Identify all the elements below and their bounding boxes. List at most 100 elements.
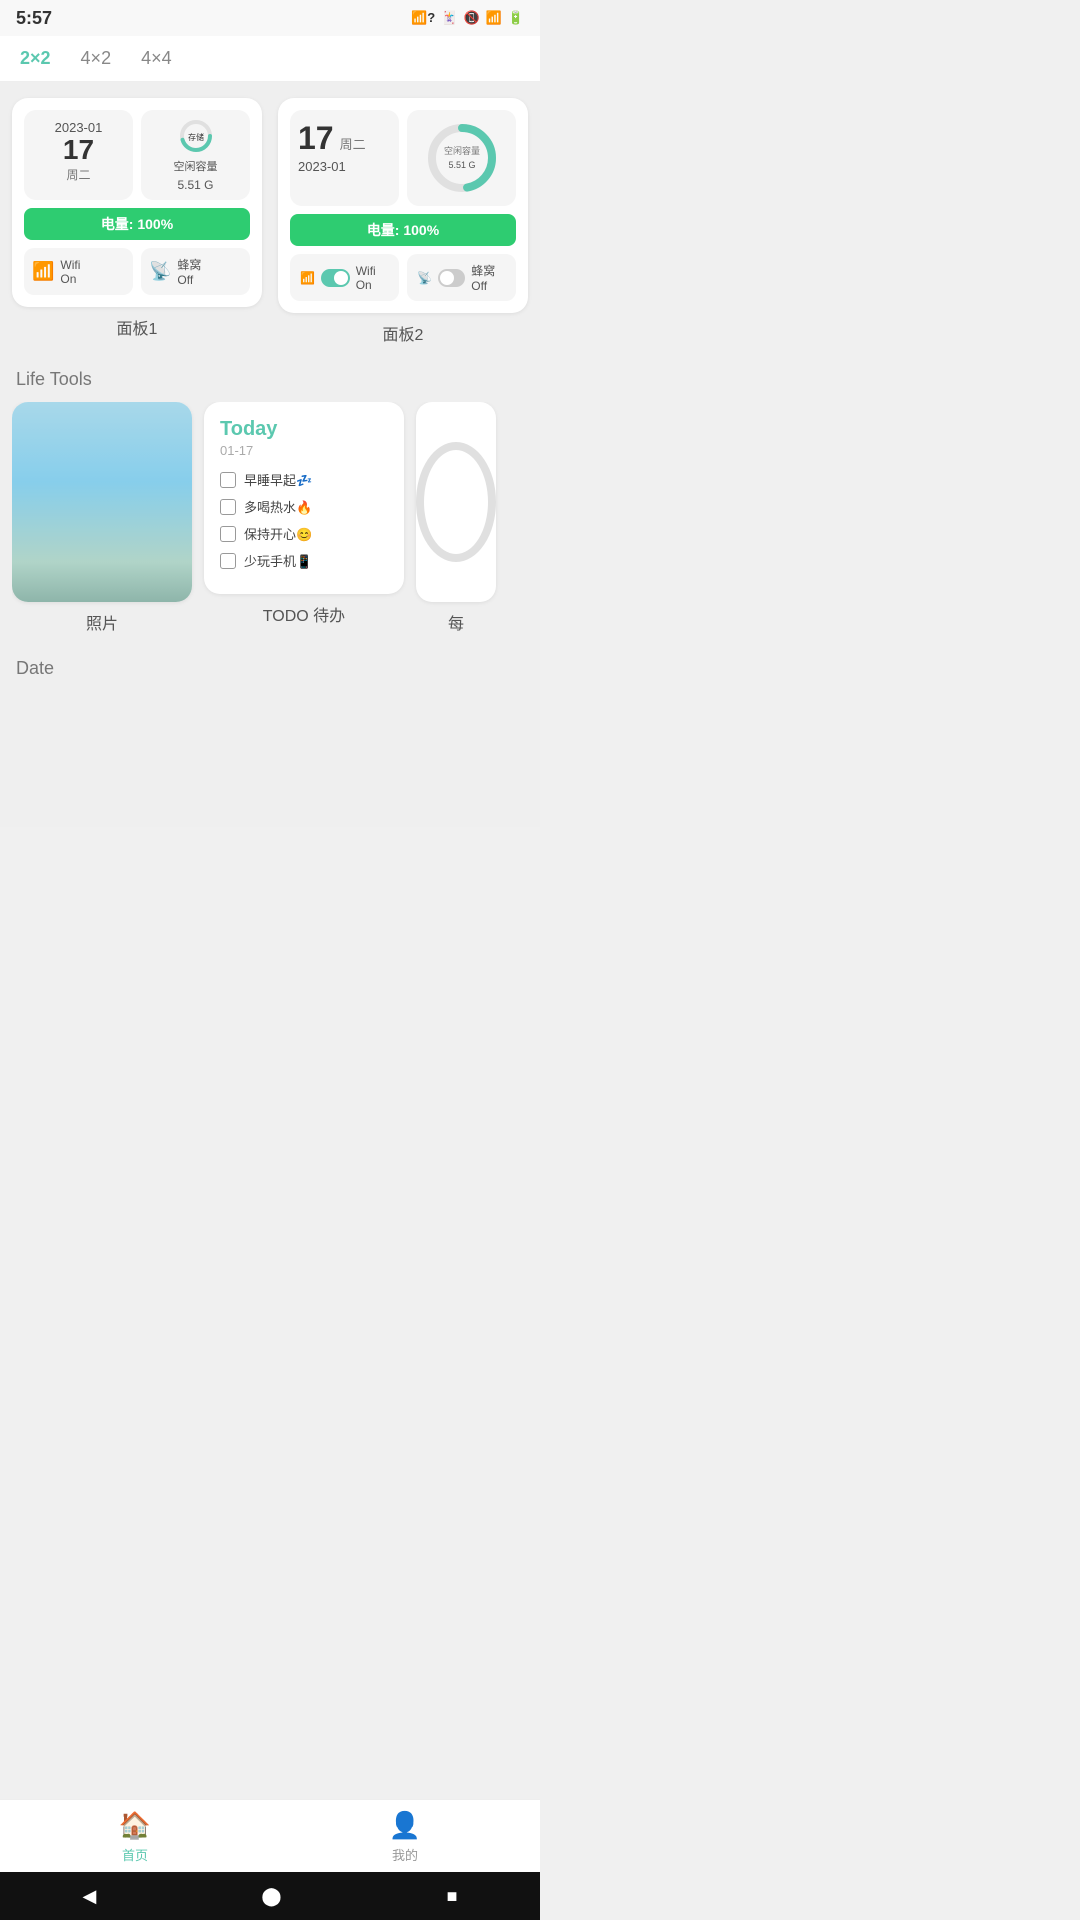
todo-title: Today <box>220 418 388 441</box>
panel2-top: 17 周二 2023-01 空闲容量 5.51 G <box>290 110 516 206</box>
panel1-wifi-icon: 📶 <box>32 261 54 282</box>
todo-checkbox-1[interactable] <box>220 499 236 515</box>
signal-icon: 📶 <box>486 10 502 26</box>
nav-profile[interactable]: 👤 我的 <box>389 1810 421 1864</box>
panel-2-wrapper: 17 周二 2023-01 空闲容量 5.51 G 电 <box>278 98 528 345</box>
todo-checkbox-0[interactable] <box>220 472 236 488</box>
panel-grid: 2023-01 17 周二 存储 空闲容量 5.51 G 电量: <box>12 98 528 345</box>
panel2-wifi-icon: 📶 <box>300 271 315 285</box>
panel2-weekday: 周二 <box>340 134 366 153</box>
wifi-question-icon: 📶? <box>411 10 435 26</box>
panel1-wifi-label: Wifi <box>60 258 80 272</box>
panel-1-card: 2023-01 17 周二 存储 空闲容量 5.51 G 电量: <box>12 98 262 307</box>
panel1-storage-label: 空闲容量 <box>174 158 218 174</box>
todo-text-1: 多喝热水🔥 <box>244 497 312 516</box>
panel1-battery-bar: 电量: 100% <box>24 208 250 240</box>
panel2-toggle-row: 📶 Wifi On 📡 <box>290 254 516 301</box>
todo-item-2[interactable]: 保持开心😊 <box>220 524 388 543</box>
panel1-cell-box: 📡 蜂窝 Off <box>141 248 250 295</box>
todo-card[interactable]: Today 01-17 早睡早起💤 多喝热水🔥 保持开心😊 <box>204 402 404 594</box>
partial-label: 每 <box>416 610 496 634</box>
battery-status-icon: 🔋 <box>508 10 524 26</box>
status-time: 5:57 <box>16 8 52 29</box>
partial-tool-wrapper: 每 <box>416 402 496 634</box>
photo-label: 照片 <box>12 610 192 634</box>
storage-donut-icon: 存储 <box>178 118 214 154</box>
panel1-day: 17 <box>32 135 125 166</box>
photo-card[interactable] <box>12 402 192 602</box>
partial-card[interactable] <box>416 402 496 602</box>
todo-text-3: 少玩手机📱 <box>244 551 312 570</box>
panel1-wifi-status: On <box>60 272 80 286</box>
panel1-label: 面板1 <box>12 315 262 339</box>
panel2-battery-bar: 电量: 100% <box>290 214 516 246</box>
panel2-month: 2023-01 <box>298 159 391 174</box>
panel2-label: 面板2 <box>278 321 528 345</box>
todo-checkbox-2[interactable] <box>220 526 236 542</box>
panel1-month: 2023-01 <box>32 120 125 135</box>
panel1-top: 2023-01 17 周二 存储 空闲容量 5.51 G <box>24 110 250 200</box>
tab-2x2[interactable]: 2×2 <box>20 48 51 69</box>
top-tab-bar: 2×2 4×2 4×4 <box>0 36 540 82</box>
panel1-cell-icon: 📡 <box>149 261 171 282</box>
todo-items: 早睡早起💤 多喝热水🔥 保持开心😊 少玩手机📱 <box>220 470 388 570</box>
panel1-cell-status: Off <box>177 273 201 287</box>
status-icons: 📶? 🃏 📵 📶 🔋 <box>411 10 524 26</box>
nav-profile-label: 我的 <box>392 1845 418 1864</box>
main-content: 2023-01 17 周二 存储 空闲容量 5.51 G 电量: <box>0 82 540 827</box>
panel1-network-row: 📶 Wifi On 📡 蜂窝 Off <box>24 248 250 295</box>
life-tools-section-title: Life Tools <box>16 369 524 390</box>
panel-1-wrapper: 2023-01 17 周二 存储 空闲容量 5.51 G 电量: <box>12 98 262 345</box>
panel1-wifi-box: 📶 Wifi On <box>24 248 133 295</box>
tools-row: 照片 Today 01-17 早睡早起💤 多喝热水🔥 <box>12 402 528 634</box>
todo-item-1[interactable]: 多喝热水🔥 <box>220 497 388 516</box>
panel2-donut-chart: 空闲容量 5.51 G <box>422 118 502 198</box>
panel2-date-box: 17 周二 2023-01 <box>290 110 399 206</box>
nav-home-label: 首页 <box>122 1845 148 1864</box>
todo-date: 01-17 <box>220 443 388 458</box>
panel-2-card: 17 周二 2023-01 空闲容量 5.51 G 电 <box>278 98 528 313</box>
panel1-cell-label: 蜂窝 <box>177 256 201 273</box>
partial-circle <box>416 442 496 562</box>
panel2-cell-label: 蜂窝 <box>471 264 495 278</box>
svg-text:存储: 存储 <box>188 132 204 142</box>
android-back-button[interactable]: ◀ <box>75 1878 105 1915</box>
nav-home[interactable]: 🏠 首页 <box>119 1810 151 1864</box>
panel1-weekday: 周二 <box>32 166 125 183</box>
status-bar: 5:57 📶? 🃏 📵 📶 🔋 <box>0 0 540 36</box>
todo-text-2: 保持开心😊 <box>244 524 312 543</box>
panel1-date-box: 2023-01 17 周二 <box>24 110 133 200</box>
bottom-nav: 🏠 首页 👤 我的 <box>0 1799 540 1872</box>
home-icon: 🏠 <box>119 1810 151 1841</box>
panel2-wifi-toggle[interactable] <box>321 269 350 287</box>
todo-tool-wrapper: Today 01-17 早睡早起💤 多喝热水🔥 保持开心😊 <box>204 402 404 634</box>
photo-tool-wrapper: 照片 <box>12 402 192 634</box>
panel1-storage-box: 存储 空闲容量 5.51 G <box>141 110 250 200</box>
todo-item-0[interactable]: 早睡早起💤 <box>220 470 388 489</box>
svg-text:5.51 G: 5.51 G <box>448 160 475 170</box>
tab-4x4[interactable]: 4×4 <box>141 48 172 69</box>
todo-text-0: 早睡早起💤 <box>244 470 312 489</box>
wifi-x-icon: 📵 <box>463 10 479 26</box>
panel2-donut-box: 空闲容量 5.51 G <box>407 110 516 206</box>
panel2-day: 17 <box>298 120 334 157</box>
todo-label: TODO 待办 <box>204 602 404 626</box>
photo-placeholder <box>12 402 192 602</box>
date-section-title: Date <box>16 658 524 679</box>
android-nav-bar: ◀ ⬤ ■ <box>0 1872 540 1920</box>
panel2-cell-icon: 📡 <box>417 271 432 285</box>
panel2-cell-status: Off <box>471 279 487 293</box>
todo-checkbox-3[interactable] <box>220 553 236 569</box>
panel2-wifi-toggle-box[interactable]: 📶 Wifi On <box>290 254 399 301</box>
android-home-button[interactable]: ⬤ <box>253 1878 289 1915</box>
android-recent-button[interactable]: ■ <box>439 1878 466 1915</box>
todo-item-3[interactable]: 少玩手机📱 <box>220 551 388 570</box>
panel1-storage-value: 5.51 G <box>177 178 213 192</box>
panel2-wifi-status: On <box>356 278 372 292</box>
tab-4x2[interactable]: 4×2 <box>81 48 112 69</box>
panel2-wifi-label: Wifi <box>356 264 376 278</box>
panel2-cell-toggle-box[interactable]: 📡 蜂窝 Off <box>407 254 516 301</box>
svg-text:空闲容量: 空闲容量 <box>443 145 479 156</box>
panel2-cell-toggle[interactable] <box>438 269 465 287</box>
profile-icon: 👤 <box>389 1810 421 1841</box>
